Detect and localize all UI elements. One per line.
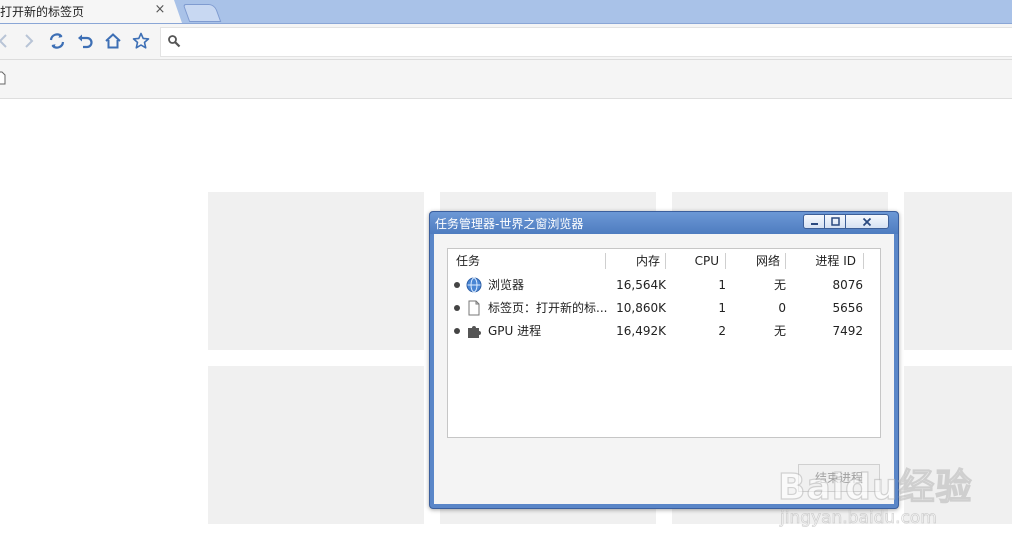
tab-strip: 打开新的标签页 × bbox=[0, 0, 1012, 24]
table-header: 任务 内存 CPU 网络 进程 ID bbox=[448, 249, 880, 273]
speed-dial-tile[interactable] bbox=[208, 192, 424, 350]
row-bullet bbox=[454, 305, 460, 311]
dialog-title: 任务管理器-世界之窗浏览器 bbox=[435, 217, 584, 231]
pid-value: 5656 bbox=[832, 301, 863, 315]
speed-dial-tile[interactable] bbox=[208, 366, 424, 524]
table-row[interactable]: 标签页：打开新的标... 10,860K 1 0 5656 bbox=[448, 297, 880, 319]
refresh-icon[interactable] bbox=[46, 30, 68, 52]
new-tab-button[interactable] bbox=[182, 4, 222, 22]
network-value: 无 bbox=[773, 278, 786, 292]
column-header-memory[interactable]: 内存 bbox=[606, 249, 660, 273]
maximize-icon[interactable] bbox=[824, 214, 846, 229]
tab-title: 打开新的标签页 bbox=[0, 5, 85, 19]
watermark-logo-text: Baidu经验 bbox=[777, 466, 973, 508]
watermark-url: jingyan.baidu.com bbox=[780, 508, 938, 529]
cpu-value: 2 bbox=[718, 324, 726, 338]
dialog-titlebar[interactable]: 任务管理器-世界之窗浏览器 bbox=[430, 212, 898, 234]
page-icon[interactable] bbox=[0, 71, 6, 88]
toolbar bbox=[0, 24, 1012, 60]
pid-value: 7492 bbox=[832, 324, 863, 338]
column-divider[interactable] bbox=[863, 253, 864, 269]
task-name: GPU 进程 bbox=[488, 324, 542, 338]
tab-new-tab[interactable]: 打开新的标签页 × bbox=[0, 0, 182, 23]
memory-value: 16,492K bbox=[616, 324, 666, 338]
address-bar[interactable] bbox=[160, 27, 1012, 57]
close-icon[interactable]: × bbox=[153, 3, 167, 17]
speed-dial-tile[interactable] bbox=[904, 192, 1012, 350]
table-row[interactable]: 浏览器 16,564K 1 无 8076 bbox=[448, 274, 880, 296]
memory-value: 10,860K bbox=[616, 301, 666, 315]
table-row[interactable]: GPU 进程 16,492K 2 无 7492 bbox=[448, 320, 880, 342]
cpu-value: 1 bbox=[718, 278, 726, 292]
baidu-watermark: Baidu经验 jingyan.baidu.com bbox=[776, 438, 972, 534]
task-name: 浏览器 bbox=[488, 278, 525, 292]
globe-icon bbox=[466, 277, 482, 293]
task-name: 标签页：打开新的标... bbox=[488, 301, 608, 315]
page-icon bbox=[466, 300, 482, 316]
column-header-task[interactable]: 任务 bbox=[456, 249, 480, 273]
close-icon[interactable] bbox=[845, 214, 889, 229]
network-value: 无 bbox=[773, 324, 786, 338]
cpu-value: 1 bbox=[718, 301, 726, 315]
browser-window: 打开新的标签页 × 任务管理器-世界之窗浏览器 任务 内存 CPU 网络 进程 … bbox=[0, 0, 1012, 554]
column-header-cpu[interactable]: CPU bbox=[666, 249, 719, 273]
row-bullet bbox=[454, 282, 460, 288]
row-bullet bbox=[454, 328, 460, 334]
star-icon[interactable] bbox=[130, 30, 152, 52]
forward-icon[interactable] bbox=[18, 30, 40, 52]
back-icon[interactable] bbox=[0, 30, 14, 52]
minimize-icon[interactable] bbox=[803, 214, 825, 229]
pid-value: 8076 bbox=[832, 278, 863, 292]
home-icon[interactable] bbox=[102, 30, 124, 52]
puzzle-icon bbox=[466, 323, 482, 339]
network-value: 0 bbox=[778, 301, 786, 315]
column-header-network[interactable]: 网络 bbox=[726, 249, 780, 273]
search-icon bbox=[167, 34, 181, 51]
column-header-pid[interactable]: 进程 ID bbox=[786, 249, 856, 273]
memory-value: 16,564K bbox=[616, 278, 666, 292]
process-table[interactable]: 任务 内存 CPU 网络 进程 ID 浏览器 16,564K 1 无 8076 … bbox=[447, 248, 881, 438]
bookmark-bar bbox=[0, 60, 1012, 99]
undo-icon[interactable] bbox=[74, 30, 96, 52]
